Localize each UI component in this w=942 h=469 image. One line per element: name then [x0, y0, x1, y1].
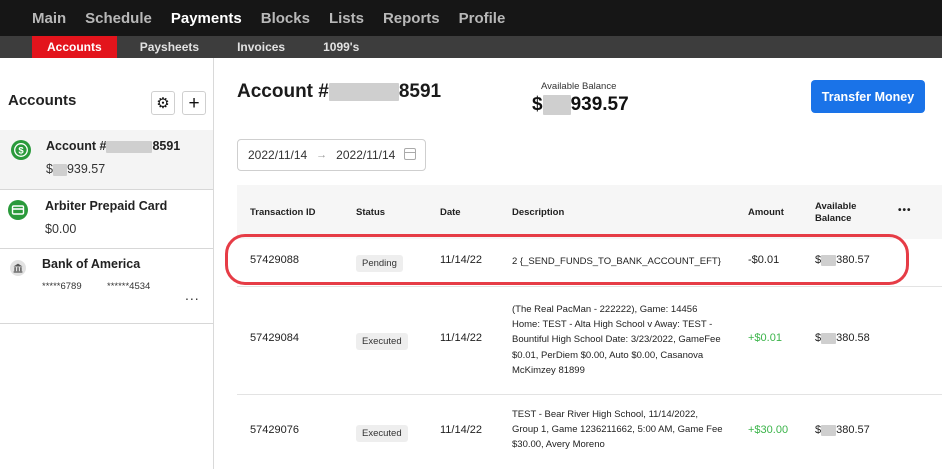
- sub-nav: Accounts Paysheets Invoices 1099's: [0, 36, 942, 58]
- nav-payments[interactable]: Payments: [171, 10, 242, 27]
- transaction-amount: +$30.00: [748, 424, 789, 436]
- col-description: Description: [512, 207, 565, 218]
- more-options-button[interactable]: ...: [185, 287, 200, 303]
- balance-prefix: $: [532, 94, 543, 115]
- account-item-prepaid-card[interactable]: Arbiter Prepaid Card $0.00: [0, 190, 213, 249]
- settings-button[interactable]: ⚙: [151, 91, 175, 115]
- col-status: Status: [356, 207, 386, 218]
- transactions-table-header: Transaction ID Status Date Description A…: [237, 185, 942, 239]
- plus-icon: +: [188, 92, 200, 114]
- account-number-mask: *****6789: [42, 281, 82, 292]
- status-badge: Executed: [356, 333, 408, 350]
- transaction-amount: -$0.01: [748, 254, 780, 266]
- col-available-balance-line2: Balance: [815, 213, 852, 224]
- add-account-button[interactable]: +: [182, 91, 206, 115]
- main-panel: Account #8591 Available Balance $939.57 …: [215, 58, 942, 469]
- account-name: Bank of America: [42, 257, 141, 271]
- subnav-invoices[interactable]: Invoices: [222, 36, 300, 58]
- nav-profile[interactable]: Profile: [459, 10, 506, 27]
- balance-suffix: 380.57: [836, 424, 870, 436]
- redacted-block: [106, 140, 153, 153]
- sidebar-title: Accounts: [8, 92, 77, 109]
- card-icon: [8, 200, 28, 220]
- top-nav: Main Schedule Payments Blocks Lists Repo…: [0, 0, 942, 36]
- status-badge: Executed: [356, 425, 408, 442]
- redacted-block: [52, 163, 67, 176]
- account-name-prefix: Account #: [46, 139, 107, 153]
- col-amount: Amount: [748, 207, 784, 218]
- date-to[interactable]: 2022/11/14: [336, 148, 395, 162]
- nav-lists[interactable]: Lists: [329, 10, 364, 27]
- transaction-id: 57429088: [250, 254, 299, 266]
- account-name-suffix: 8591: [152, 139, 181, 153]
- transaction-id: 57429084: [250, 332, 299, 344]
- transaction-description: 2 {_SEND_FUNDS_TO_BANK_ACCOUNT_EFT}: [512, 256, 721, 267]
- table-row[interactable]: 57429088 Pending 11/14/22 2 {_SEND_FUNDS…: [237, 239, 942, 287]
- redacted-block: [821, 254, 837, 266]
- nav-reports[interactable]: Reports: [383, 10, 440, 27]
- subnav-paysheets[interactable]: Paysheets: [125, 36, 214, 58]
- routing-number-mask: ******4534: [107, 281, 151, 292]
- gear-icon: ⚙: [156, 95, 170, 112]
- accounts-sidebar: Accounts ⚙ + $ Account # 8591 $939.57 Arb…: [0, 58, 214, 469]
- subnav-1099s[interactable]: 1099's: [308, 36, 374, 58]
- balance-suffix: 939.57: [570, 94, 629, 115]
- transaction-date: 11/14/22: [440, 332, 483, 344]
- title-prefix: Account #: [237, 81, 329, 102]
- calendar-icon: [404, 148, 416, 160]
- transaction-available-balance: $380.57: [815, 424, 870, 436]
- account-item-bank[interactable]: Bank of America *****6789 ******4534 ...: [0, 249, 213, 324]
- redacted-block: [821, 424, 837, 436]
- nav-main[interactable]: Main: [32, 10, 66, 27]
- table-row[interactable]: 57429076 Executed 11/14/22 TEST - Bear R…: [237, 395, 942, 469]
- bank-icon: [8, 258, 28, 278]
- transaction-date: 11/14/22: [440, 254, 483, 266]
- transaction-date: 11/14/22: [440, 424, 483, 436]
- account-balance: $0.00: [45, 222, 77, 236]
- transaction-description: (The Real PacMan - 222222), Game: 14456 …: [512, 304, 721, 376]
- nav-blocks[interactable]: Blocks: [261, 10, 310, 27]
- account-balance: $939.57: [46, 162, 105, 176]
- available-balance-value: $939.57: [532, 94, 629, 116]
- transaction-amount: +$0.01: [748, 332, 782, 344]
- title-suffix: 8591: [398, 81, 442, 102]
- status-badge: Pending: [356, 255, 403, 272]
- balance-prefix: $: [46, 162, 53, 176]
- balance-suffix: 939.57: [66, 162, 106, 176]
- transfer-money-button[interactable]: Transfer Money: [811, 80, 925, 113]
- transaction-available-balance: $380.57: [815, 254, 870, 266]
- date-from[interactable]: 2022/11/14: [248, 148, 307, 162]
- account-name: Account # 8591: [46, 139, 180, 153]
- balance-suffix: 380.58: [836, 332, 870, 344]
- subnav-accounts[interactable]: Accounts: [32, 36, 117, 58]
- arrow-right-icon: →: [316, 149, 328, 161]
- balance-suffix: 380.57: [836, 254, 870, 266]
- col-transaction-id: Transaction ID: [250, 207, 316, 218]
- page-title: Account # 8591: [237, 81, 441, 103]
- redacted-block: [328, 82, 399, 101]
- svg-text:$: $: [18, 146, 24, 157]
- redacted-block: [821, 332, 837, 344]
- redacted-block: [542, 94, 571, 115]
- table-more-button[interactable]: •••: [898, 205, 912, 216]
- date-range-picker[interactable]: 2022/11/14 → 2022/11/14: [237, 139, 426, 171]
- transaction-description: TEST - Bear River High School, 11/14/202…: [512, 409, 723, 451]
- col-available-balance-line1: Available: [815, 201, 857, 212]
- dollar-icon: $: [11, 140, 31, 160]
- transaction-id: 57429076: [250, 424, 299, 436]
- transaction-available-balance: $380.58: [815, 332, 870, 344]
- account-item-primary[interactable]: $ Account # 8591 $939.57: [0, 130, 213, 190]
- account-name: Arbiter Prepaid Card: [45, 199, 168, 213]
- col-date: Date: [440, 207, 461, 218]
- available-balance-label: Available Balance: [541, 81, 617, 92]
- nav-schedule[interactable]: Schedule: [85, 10, 152, 27]
- table-row[interactable]: 57429084 Executed 11/14/22 (The Real Pac…: [237, 287, 942, 395]
